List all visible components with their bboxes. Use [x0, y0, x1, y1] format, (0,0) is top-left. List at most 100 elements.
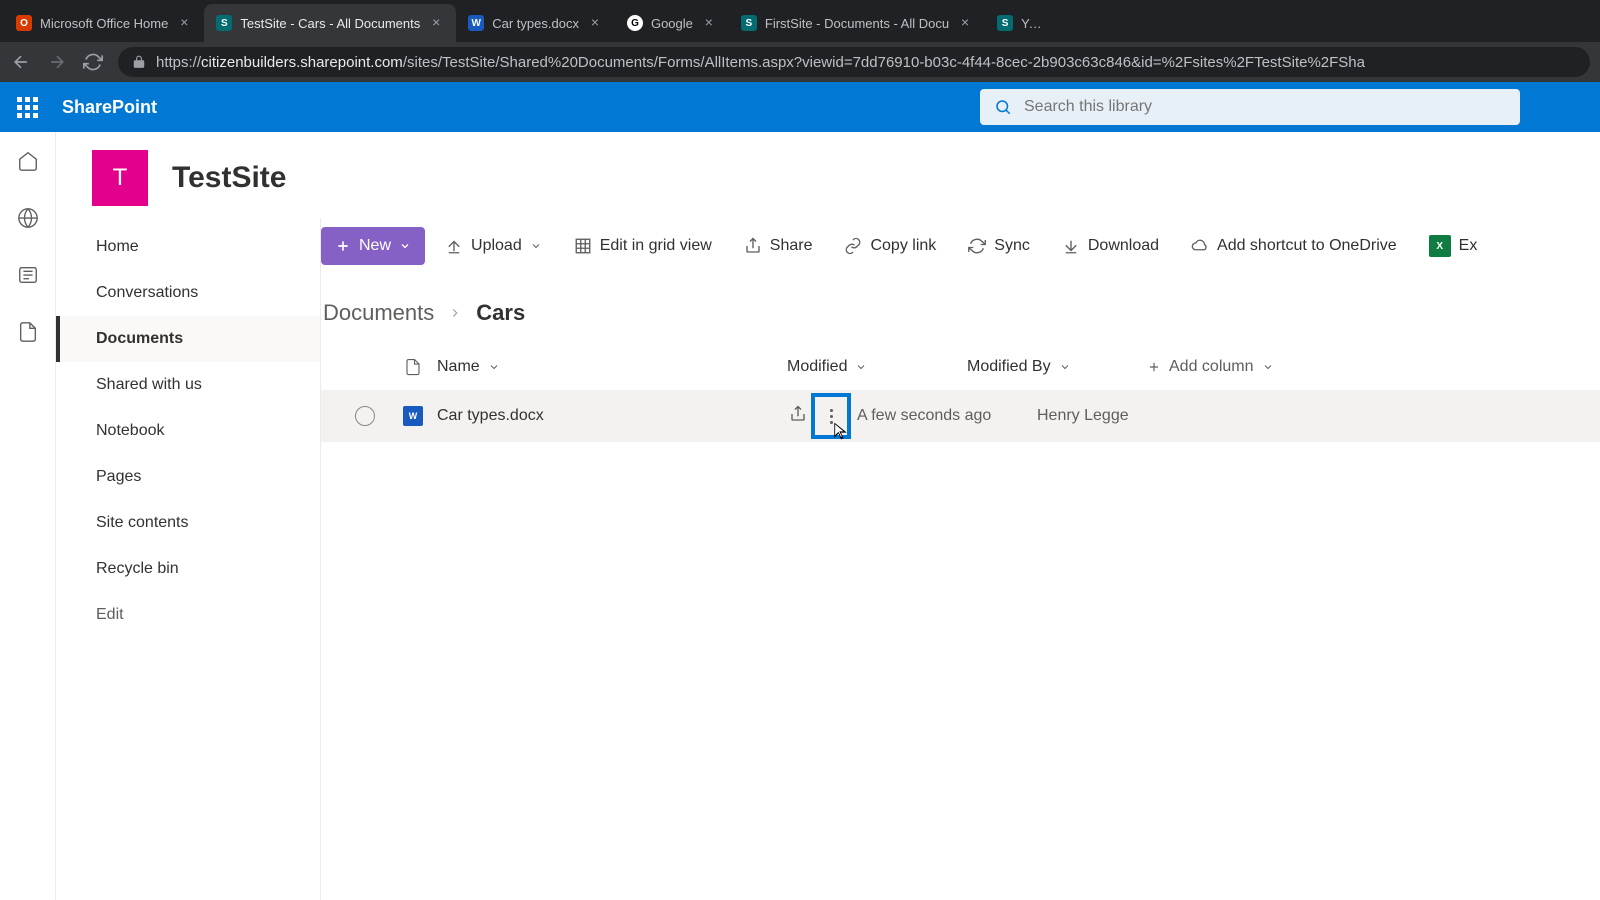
nav-pages[interactable]: Pages — [56, 454, 320, 500]
tab-title: TestSite - Cars - All Documents — [240, 16, 420, 31]
app-rail — [0, 132, 56, 900]
breadcrumb: Documents Cars — [321, 274, 1600, 344]
tab-title: FirstSite - Documents - All Docu — [765, 16, 949, 31]
nav-shared-with-us[interactable]: Shared with us — [56, 362, 320, 408]
reload-button[interactable] — [82, 51, 104, 73]
share-button[interactable]: Share — [732, 227, 825, 265]
browser-tab[interactable]: S Your — [985, 4, 1055, 42]
site-title[interactable]: TestSite — [172, 161, 286, 195]
brand-label[interactable]: SharePoint — [62, 97, 157, 118]
breadcrumb-root[interactable]: Documents — [323, 300, 434, 326]
search-icon — [994, 98, 1012, 116]
list-row[interactable]: W Car types.docx — [321, 390, 1600, 442]
chevron-down-icon — [1059, 361, 1071, 373]
chevron-down-icon — [530, 240, 542, 252]
close-icon[interactable]: × — [176, 15, 192, 31]
home-icon[interactable] — [17, 150, 39, 177]
file-icon-cell: W — [389, 406, 437, 426]
plus-icon — [1147, 360, 1161, 374]
download-button[interactable]: Download — [1050, 227, 1171, 265]
modified-by-cell[interactable]: Henry Legge — [1037, 407, 1217, 425]
chevron-down-icon — [488, 361, 500, 373]
breadcrumb-current: Cars — [476, 300, 525, 326]
search-box[interactable] — [980, 89, 1520, 125]
document-list: Name Modified Modified By — [321, 344, 1600, 442]
browser-tab[interactable]: W Car types.docx × — [456, 4, 615, 42]
site-header: T TestSite — [56, 132, 1600, 218]
news-icon[interactable] — [17, 264, 39, 291]
download-icon — [1062, 237, 1080, 255]
add-column-button[interactable]: Add column — [1147, 358, 1274, 376]
browser-tab[interactable]: G Google × — [615, 4, 729, 42]
column-modified[interactable]: Modified — [787, 358, 967, 376]
close-icon[interactable]: × — [701, 15, 717, 31]
more-actions-button[interactable] — [811, 393, 851, 439]
browser-tab[interactable]: O Microsoft Office Home × — [4, 4, 204, 42]
radio-icon — [355, 406, 375, 426]
onedrive-icon — [1191, 237, 1209, 255]
link-icon — [844, 237, 862, 255]
left-navigation: Home Conversations Documents Shared with… — [56, 218, 321, 900]
nav-home[interactable]: Home — [56, 224, 320, 270]
back-button[interactable] — [10, 51, 32, 73]
app-launcher-icon[interactable] — [10, 90, 44, 124]
nav-conversations[interactable]: Conversations — [56, 270, 320, 316]
word-icon: W — [468, 15, 484, 31]
close-icon[interactable]: × — [428, 15, 444, 31]
globe-icon[interactable] — [17, 207, 39, 234]
list-header: Name Modified Modified By — [321, 344, 1600, 390]
file-name-cell[interactable]: Car types.docx — [437, 407, 787, 425]
search-input[interactable] — [1024, 98, 1506, 116]
nav-notebook[interactable]: Notebook — [56, 408, 320, 454]
chevron-down-icon — [855, 361, 867, 373]
browser-tab[interactable]: S FirstSite - Documents - All Docu × — [729, 4, 985, 42]
edit-grid-button[interactable]: Edit in grid view — [562, 227, 724, 265]
excel-icon: X — [1429, 235, 1451, 257]
browser-tab-strip: O Microsoft Office Home × S TestSite - C… — [0, 0, 1600, 42]
copy-link-button[interactable]: Copy link — [832, 227, 948, 265]
column-modified-by[interactable]: Modified By — [967, 358, 1147, 376]
share-row-icon[interactable] — [789, 405, 807, 428]
close-icon[interactable]: × — [587, 15, 603, 31]
close-icon[interactable]: × — [957, 15, 973, 31]
google-icon: G — [627, 15, 643, 31]
browser-toolbar: https://citizenbuilders.sharepoint.com/s… — [0, 42, 1600, 82]
upload-icon — [445, 237, 463, 255]
chevron-down-icon — [1262, 361, 1274, 373]
lock-icon — [132, 55, 146, 69]
export-excel-button[interactable]: X Ex — [1417, 227, 1490, 265]
command-bar: New Upload Edit in grid view Shar — [321, 218, 1600, 274]
nav-site-contents[interactable]: Site contents — [56, 500, 320, 546]
suite-header: SharePoint — [0, 82, 1600, 132]
forward-button[interactable] — [46, 51, 68, 73]
chevron-right-icon — [448, 300, 462, 326]
row-select[interactable] — [341, 406, 389, 426]
sync-button[interactable]: Sync — [956, 227, 1042, 265]
url-text: https://citizenbuilders.sharepoint.com/s… — [156, 54, 1365, 71]
nav-documents[interactable]: Documents — [56, 316, 320, 362]
add-shortcut-button[interactable]: Add shortcut to OneDrive — [1179, 227, 1409, 265]
sharepoint-icon: S — [741, 15, 757, 31]
new-label: New — [359, 237, 391, 255]
files-icon[interactable] — [17, 321, 39, 348]
tab-title: Google — [651, 16, 693, 31]
nav-edit[interactable]: Edit — [56, 592, 320, 638]
browser-tab[interactable]: S TestSite - Cars - All Documents × — [204, 4, 456, 42]
address-bar[interactable]: https://citizenbuilders.sharepoint.com/s… — [118, 47, 1590, 77]
tab-title: Your — [1021, 16, 1043, 31]
plus-icon — [335, 238, 351, 254]
share-icon — [744, 237, 762, 255]
upload-button[interactable]: Upload — [433, 227, 554, 265]
new-button[interactable]: New — [321, 227, 425, 265]
sync-icon — [968, 237, 986, 255]
tab-title: Car types.docx — [492, 16, 579, 31]
file-type-column-icon[interactable] — [389, 358, 437, 376]
column-name[interactable]: Name — [437, 358, 787, 376]
office-icon: O — [16, 15, 32, 31]
chevron-down-icon — [399, 240, 411, 252]
sharepoint-icon: S — [997, 15, 1013, 31]
tab-title: Microsoft Office Home — [40, 16, 168, 31]
modified-cell: A few seconds ago — [857, 407, 1037, 425]
nav-recycle-bin[interactable]: Recycle bin — [56, 546, 320, 592]
site-logo[interactable]: T — [92, 150, 148, 206]
